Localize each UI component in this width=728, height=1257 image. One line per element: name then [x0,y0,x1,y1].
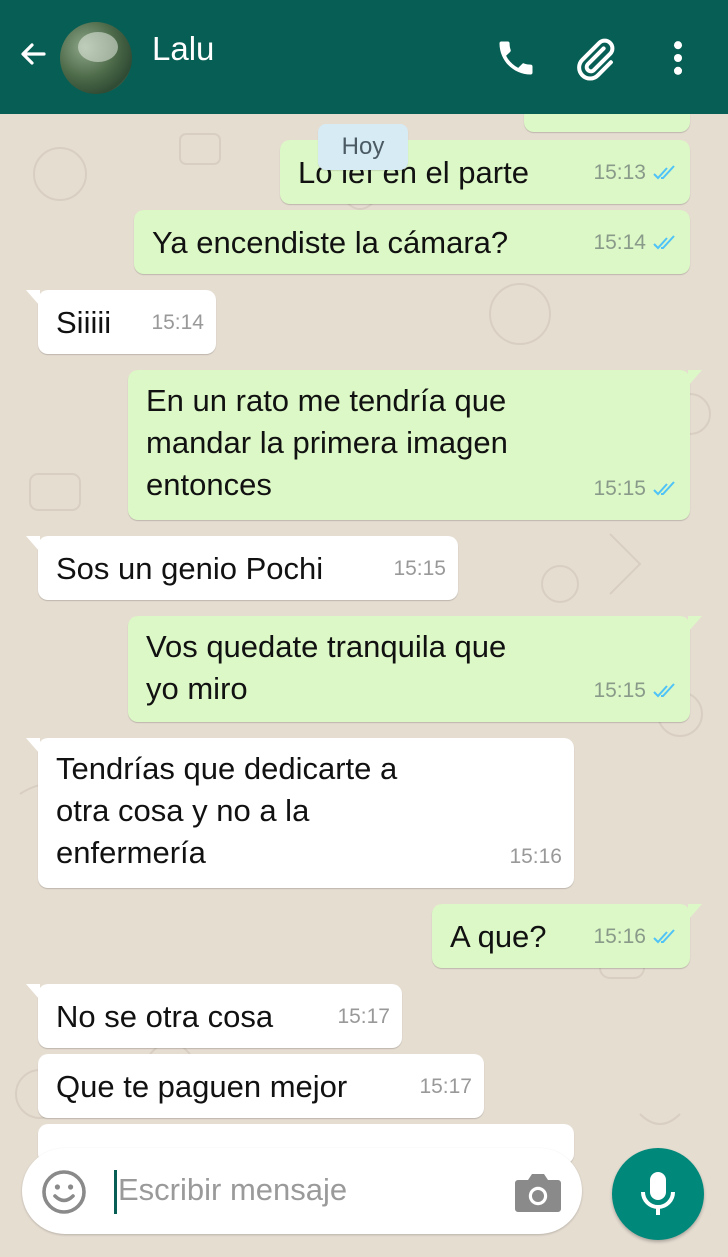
message-text: Que te paguen mejor [56,1069,348,1104]
back-arrow-icon [21,43,46,65]
message-meta: 15:17 [337,996,390,1038]
phone-icon [499,41,533,75]
message-time: 15:13 [593,161,646,184]
message-line: mandar la primera imagen [146,425,508,460]
message-bubble-incoming[interactable]: Siiiii 15:14 [26,290,216,354]
message-bubble-incoming[interactable]: Tendrías que dedicarte a otra cosa y no … [26,738,574,888]
attach-button[interactable] [572,36,620,84]
message-text: En un rato me tendría que mandar la prim… [146,380,508,506]
message-meta: 15:16 [593,916,678,958]
double-check-icon [653,683,675,698]
message-text: A que? [450,919,547,954]
message-text: Tendrías que dedicarte a otra cosa y no … [56,748,397,874]
message-input[interactable]: Escribir mensaje [118,1172,347,1208]
message-text: Vos quedate tranquila que yo miro [146,626,506,710]
message-line: Vos quedate tranquila que [146,629,507,664]
message-meta: 15:14 [593,222,678,264]
message-bubble-outgoing[interactable]: A que? 15:16 [432,904,702,968]
message-bubble-outgoing[interactable]: En un rato me tendría que mandar la prim… [128,370,702,520]
message-text: No se otra cosa [56,999,274,1034]
message-meta: 15:14 [151,302,204,344]
message-text: Siiiii [56,305,112,340]
message-bubble-partial[interactable] [524,114,690,132]
message-line: entonces [146,467,272,502]
message-meta: 15:16 [509,836,562,878]
message-bubble-outgoing[interactable]: Ya encendiste la cámara? 15:14 [134,210,690,274]
double-check-icon [653,929,675,944]
message-meta: 15:15 [593,468,678,510]
message-text: Ya encendiste la cámara? [152,225,509,260]
back-button[interactable] [14,34,58,82]
double-check-icon [653,481,675,496]
message-composer[interactable]: Escribir mensaje [22,1148,582,1234]
avatar[interactable] [60,22,132,94]
chat-area[interactable]: Lo leí en el parte 15:13 Ya encendiste l… [0,114,728,1257]
double-check-icon [653,235,675,250]
chat-header: Lalu [0,0,728,114]
message-time: 15:14 [593,231,646,254]
message-time: 15:17 [419,1075,472,1098]
emoji-button[interactable] [40,1168,88,1216]
message-bubble-incoming[interactable]: Que te paguen mejor 15:17 [38,1054,484,1118]
message-text: Sos un genio Pochi [56,551,324,586]
menu-button[interactable] [656,36,704,84]
contact-name[interactable]: Lalu [152,30,214,68]
message-bubble-incoming[interactable]: Sos un genio Pochi 15:15 [26,536,458,600]
message-line: En un rato me tendría que [146,383,507,418]
message-time: 15:17 [337,1005,390,1028]
message-time: 15:16 [593,925,646,948]
call-button[interactable] [494,36,542,84]
message-meta: 15:13 [593,152,678,194]
message-meta: 15:17 [419,1066,472,1108]
message-time: 15:15 [593,477,646,500]
message-time: 15:16 [509,845,562,868]
date-separator: Hoy [318,124,408,170]
message-bubble-incoming[interactable]: No se otra cosa 15:17 [26,984,402,1048]
message-line: Tendrías que dedicarte a [56,751,398,786]
text-cursor [114,1170,117,1214]
message-meta: 15:15 [393,548,446,590]
message-meta: 15:15 [593,670,678,712]
message-line: enfermería [56,835,206,870]
emoji-icon [42,1170,86,1214]
message-line: otra cosa y no a la [56,793,310,828]
camera-icon [515,1174,561,1212]
voice-record-button[interactable] [612,1148,704,1240]
message-line: yo miro [146,671,248,706]
message-time: 15:15 [393,557,446,580]
microphone-icon [641,1172,675,1215]
camera-button[interactable] [512,1170,564,1216]
message-time: 15:15 [593,679,646,702]
double-check-icon [653,165,675,180]
message-bubble-outgoing[interactable]: Vos quedate tranquila que yo miro 15:15 [128,616,702,722]
message-time: 15:14 [151,311,204,334]
more-vert-icon [673,41,683,75]
paperclip-icon [577,38,615,81]
